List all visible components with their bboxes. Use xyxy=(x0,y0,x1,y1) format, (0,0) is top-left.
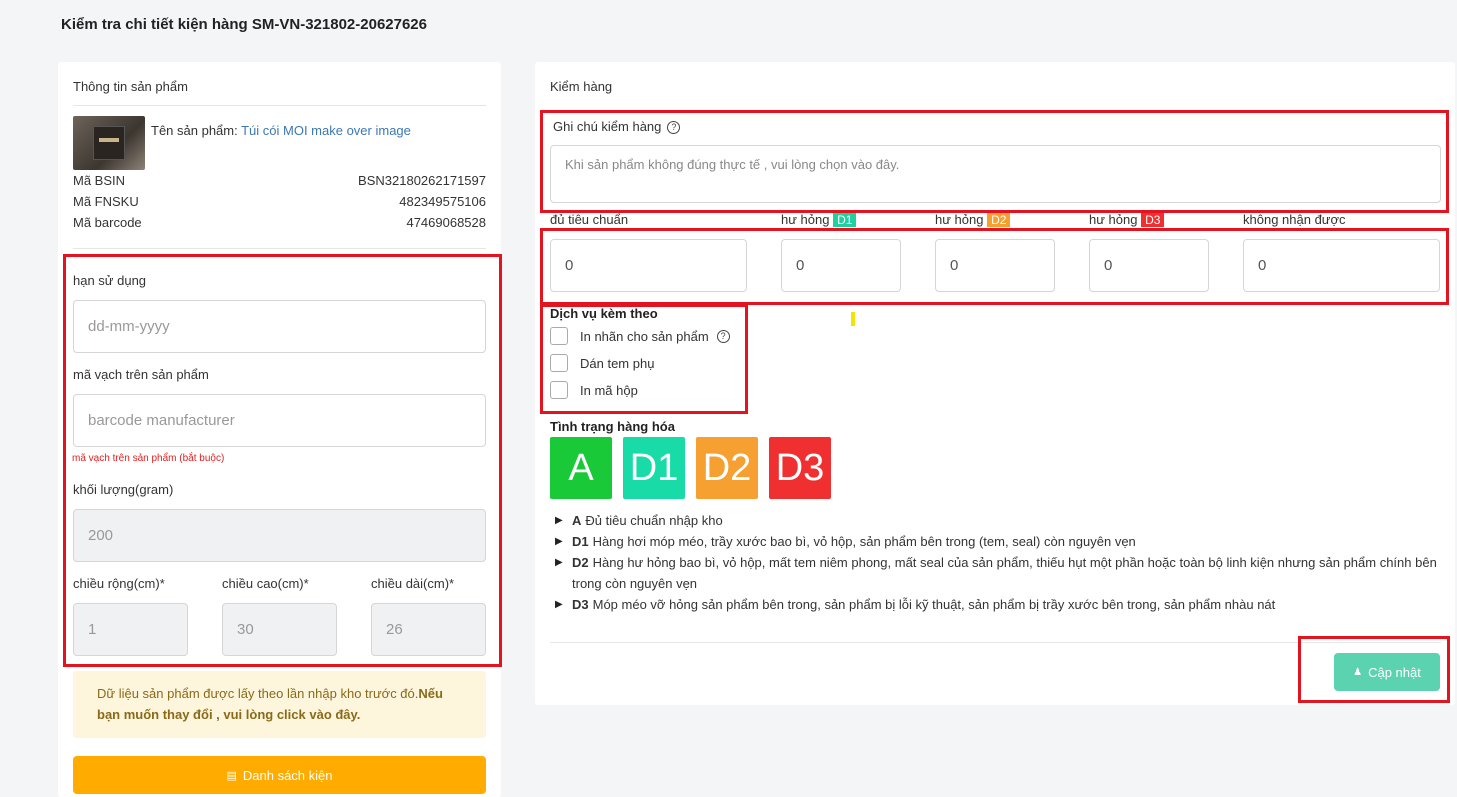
product-name: Tên sản phẩm: Túi cói MOI make over imag… xyxy=(151,123,411,138)
triangle-right-icon: ▶ xyxy=(555,515,563,526)
info-row-barcode: Mã barcode 47469068528 xyxy=(73,215,486,230)
product-name-label: Tên sản phẩm: xyxy=(151,123,238,138)
expiry-label: hạn sử dụng xyxy=(73,273,147,288)
length-input[interactable]: 26 xyxy=(371,603,486,656)
service-label: In mã hộp xyxy=(580,382,638,398)
grade-a-button[interactable]: A xyxy=(550,437,612,499)
service-print-label[interactable]: In nhãn cho sản phẩm? xyxy=(550,327,730,345)
width-input[interactable]: 1 xyxy=(73,603,188,656)
d1-tag: D1 xyxy=(833,213,857,227)
divider xyxy=(550,642,1441,643)
qty-d2-input[interactable]: 0 xyxy=(935,239,1055,292)
services-title: Dịch vụ kèm theo xyxy=(550,306,658,321)
divider xyxy=(73,105,486,106)
info-row-fnsku: Mã FNSKU 482349575106 xyxy=(73,194,486,209)
grade-d3-button[interactable]: D3 xyxy=(769,437,831,499)
inspection-card: Kiểm hàng Ghi chú kiểm hàng? Khi sản phẩ… xyxy=(535,62,1455,705)
qty-d1-input[interactable]: 0 xyxy=(781,239,901,292)
status-title: Tình trạng hàng hóa xyxy=(550,419,675,434)
d3-tag: D3 xyxy=(1141,213,1165,227)
qty-label-d1: hư hỏng D1 xyxy=(781,212,857,227)
update-label: Cập nhật xyxy=(1368,664,1421,680)
weight-label: khối lượng(gram) xyxy=(73,482,174,497)
yellow-marker xyxy=(851,312,855,326)
note-label: Ghi chú kiểm hàng? xyxy=(553,119,681,134)
product-name-link[interactable]: Túi cói MOI make over image xyxy=(241,123,411,138)
notice-box[interactable]: Dữ liệu sản phẩm được lấy theo lần nhập … xyxy=(73,671,486,738)
service-print-box-code[interactable]: In mã hộp xyxy=(550,381,638,399)
service-sub-sticker[interactable]: Dán tem phụ xyxy=(550,354,654,372)
qty-label-d3: hư hỏng D3 xyxy=(1089,212,1165,227)
divider xyxy=(73,248,486,249)
note-label-text: Ghi chú kiểm hàng xyxy=(553,119,662,134)
grade-d2-button[interactable]: D2 xyxy=(696,437,758,499)
barcode-manufacturer-input[interactable]: barcode manufacturer xyxy=(73,394,486,447)
definition-a: ▶ A Đủ tiêu chuẩn nhập kho xyxy=(555,510,1445,531)
product-thumbnail xyxy=(73,116,145,170)
list-icon: ▤ xyxy=(226,769,237,782)
barcode-manufacturer-label: mã vạch trên sản phẩm xyxy=(73,367,209,382)
definition-d1: ▶ D1 Hàng hơi móp méo, trầy xước bao bì, … xyxy=(555,531,1445,552)
length-label: chiều dài(cm)* xyxy=(371,576,455,591)
qty-label-standard: đủ tiêu chuẩn xyxy=(550,212,629,227)
expiry-date-input[interactable]: dd-mm-yyyy xyxy=(73,300,486,353)
package-list-button[interactable]: ▤ Danh sách kiện xyxy=(73,756,486,794)
qty-label-not-received: không nhận được xyxy=(1243,212,1346,227)
qty-label-d2: hư hỏng D2 xyxy=(935,212,1011,227)
triangle-right-icon: ▶ xyxy=(555,557,563,568)
checkbox[interactable] xyxy=(550,381,568,399)
notice-text: Dữ liệu sản phẩm được lấy theo lần nhập … xyxy=(97,686,419,701)
qty-d3-input[interactable]: 0 xyxy=(1089,239,1209,292)
inspection-note-textarea[interactable]: Khi sản phẩm không đúng thực tế , vui lò… xyxy=(550,145,1441,203)
user-check-icon: ♟ xyxy=(1353,666,1363,678)
qty-not-received-input[interactable]: 0 xyxy=(1243,239,1440,292)
height-label: chiều cao(cm)* xyxy=(222,576,309,591)
grade-d1-button[interactable]: D1 xyxy=(623,437,685,499)
weight-input[interactable]: 200 xyxy=(73,509,486,562)
barcode-value: 47469068528 xyxy=(406,215,486,230)
triangle-right-icon: ▶ xyxy=(555,536,563,547)
bsin-label: Mã BSIN xyxy=(73,173,126,188)
barcode-label: Mã barcode xyxy=(73,215,142,230)
update-button[interactable]: ♟ Cập nhật xyxy=(1334,653,1440,691)
definition-d2: ▶ D2 Hàng hư hỏng bao bì, vỏ hộp, mất tem… xyxy=(555,552,1445,594)
height-input[interactable]: 30 xyxy=(222,603,337,656)
barcode-required-note: mã vạch trên sản phẩm (bắt buộc) xyxy=(72,453,225,464)
service-label: In nhãn cho sản phẩm xyxy=(580,328,709,344)
definition-d3: ▶ D3 Móp méo vỡ hỏng sản phẩm bên trong, … xyxy=(555,594,1445,615)
info-row-bsin: Mã BSIN BSN32180262171597 xyxy=(73,173,486,188)
product-info-title: Thông tin sản phẩm xyxy=(73,79,188,94)
fnsku-label: Mã FNSKU xyxy=(73,194,139,209)
inspection-title: Kiểm hàng xyxy=(550,79,613,94)
product-info-card: Thông tin sản phẩm Tên sản phẩm: Túi cói… xyxy=(58,62,501,797)
qty-standard-input[interactable]: 0 xyxy=(550,239,747,292)
checkbox[interactable] xyxy=(550,354,568,372)
triangle-right-icon: ▶ xyxy=(555,599,563,610)
help-icon[interactable]: ? xyxy=(667,120,681,134)
d2-tag: D2 xyxy=(987,213,1011,227)
fnsku-value: 482349575106 xyxy=(399,194,486,209)
help-icon[interactable]: ? xyxy=(716,329,730,343)
page-title: Kiểm tra chi tiết kiện hàng SM-VN-321802… xyxy=(61,16,427,33)
checkbox[interactable] xyxy=(550,327,568,345)
width-label: chiều rộng(cm)* xyxy=(73,576,165,591)
package-list-label: Danh sách kiện xyxy=(242,767,333,783)
service-label: Dán tem phụ xyxy=(580,355,655,371)
bsin-value: BSN32180262171597 xyxy=(358,173,486,188)
